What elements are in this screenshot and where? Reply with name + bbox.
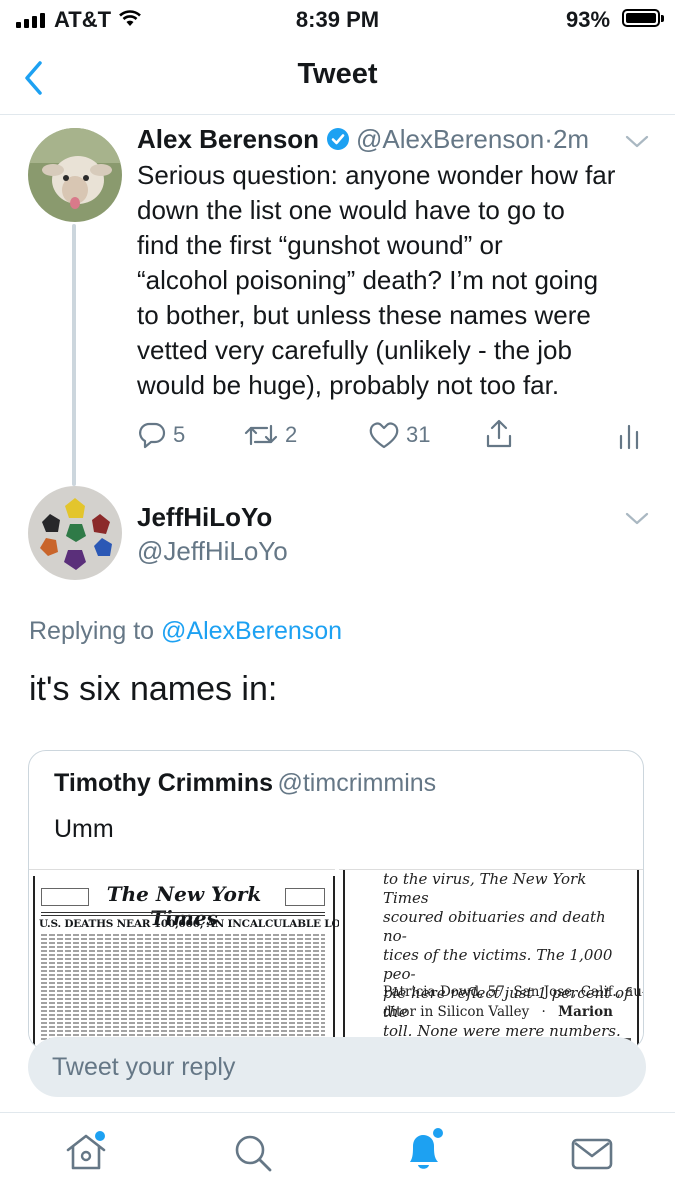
- messages-envelope-icon: [571, 1138, 613, 1170]
- status-bar: AT&T 8:39 PM 93%: [0, 0, 675, 40]
- home-icon: [66, 1131, 106, 1170]
- quote-text: Umm: [54, 815, 114, 843]
- retweet-icon: [244, 424, 278, 446]
- nyt-text-columns: [41, 934, 325, 1049]
- tweet-text-line: would be huge), probably not too far.: [137, 370, 560, 400]
- tweet-text-line: “alcohol poisoning” death? I’m not going: [137, 265, 599, 295]
- nyt-entry-line: ditor in Silicon Valley · Marion: [383, 1004, 613, 1020]
- tweet-text-line: Serious question: anyone wonder how far: [137, 160, 616, 190]
- replying-prefix: Replying to: [29, 617, 155, 645]
- author-name[interactable]: JeffHiLoYo: [137, 502, 272, 533]
- tweet-header: Alex Berenson @AlexBerenson·2m: [137, 124, 589, 155]
- like-button[interactable]: 31: [368, 420, 430, 450]
- tweet-text-line: down the list one would have to go to: [137, 195, 565, 225]
- reply-placeholder: Tweet your reply: [52, 1053, 236, 1081]
- tweet-text-line: to bother, but unless these names were: [137, 300, 591, 330]
- share-icon[interactable]: [484, 418, 514, 450]
- reply-composer[interactable]: Tweet your reply: [28, 1037, 646, 1097]
- reply-text: it's six names in:: [29, 670, 278, 708]
- page-title: Tweet: [297, 58, 378, 90]
- author-handle[interactable]: @JeffHiLoYo: [137, 536, 288, 567]
- nyt-entry-text: Patricia Dowd, 57, San Jose, Calif., au-…: [383, 982, 644, 1022]
- tweet-text-line: vetted very carefully (unlikely - the jo…: [137, 335, 572, 365]
- tab-notifications[interactable]: [402, 1126, 446, 1179]
- ear-box: [41, 888, 89, 906]
- battery-percent: 93%: [566, 7, 611, 32]
- reply-count: 5: [173, 422, 186, 447]
- heart-icon: [369, 422, 399, 449]
- nyt-headline: U.S. DEATHS NEAR 100,000, AN INCALCULABL…: [39, 918, 355, 930]
- time-separator: ·: [544, 124, 553, 154]
- quote-header: Timothy Crimmins @timcrimmins: [54, 769, 436, 798]
- nyt-entry-line: Patricia Dowd, 57, San Jose, Calif., au-: [383, 984, 644, 1000]
- quoted-tweet[interactable]: Timothy Crimmins @timcrimmins Umm The Ne…: [28, 750, 644, 1050]
- thread-connector: [72, 224, 76, 486]
- author-handle[interactable]: @AlexBerenson: [356, 124, 544, 154]
- replying-to: Replying to @AlexBerenson: [29, 617, 342, 646]
- nyt-intro-line: scoured obituaries and death no-: [383, 908, 606, 945]
- ear-box: [285, 888, 325, 906]
- replying-handle-link[interactable]: @AlexBerenson: [161, 617, 342, 645]
- reply-icon: [139, 422, 166, 449]
- tweet-text: Serious question: anyone wonder how far …: [137, 158, 657, 403]
- quote-image-right[interactable]: to the virus, The New York Times scoured…: [339, 869, 644, 1049]
- avatar[interactable]: [28, 128, 122, 222]
- search-icon: [235, 1135, 272, 1172]
- tweet-time: 2m: [552, 124, 590, 154]
- tab-search[interactable]: [232, 1132, 274, 1179]
- author-name[interactable]: Alex Berenson: [137, 124, 319, 154]
- tab-home[interactable]: [64, 1130, 108, 1179]
- quote-author-handle: @timcrimmins: [277, 769, 437, 797]
- divider: [0, 114, 675, 115]
- retweet-button[interactable]: 2: [243, 420, 297, 450]
- tab-bar-divider: [0, 1112, 675, 1113]
- chevron-down-icon[interactable]: [624, 133, 650, 149]
- avatar[interactable]: [28, 486, 122, 580]
- notifications-bell-icon: [410, 1128, 443, 1169]
- nyt-intro-line: to the virus, The New York Times: [383, 870, 587, 907]
- verified-badge-icon: [326, 128, 349, 150]
- quote-image-left[interactable]: The New York Times U.S. DEATHS NEAR 100,…: [29, 869, 355, 1049]
- analytics-icon[interactable]: [616, 420, 642, 450]
- reply-button[interactable]: 5: [137, 420, 185, 450]
- nyt-intro-line: tices of the victims. The 1,000 peo-: [383, 946, 613, 983]
- quote-author-name: Timothy Crimmins: [54, 769, 274, 797]
- battery-icon: [622, 9, 664, 27]
- tweet-text-line: find the first “gunshot wound” or: [137, 230, 503, 260]
- like-count: 31: [406, 422, 431, 447]
- chevron-down-icon[interactable]: [624, 510, 650, 526]
- retweet-count: 2: [285, 422, 298, 447]
- tab-messages[interactable]: [570, 1134, 614, 1179]
